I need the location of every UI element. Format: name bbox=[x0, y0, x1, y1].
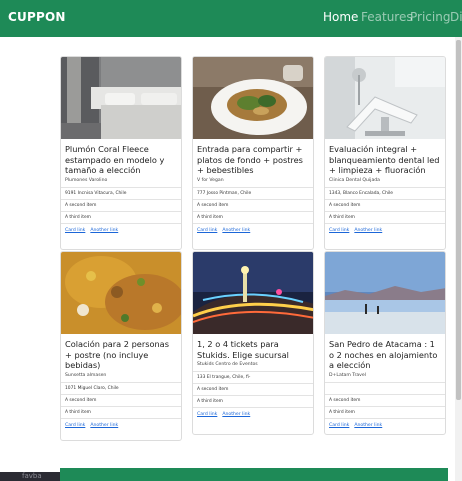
card-merchant: V for Vegan bbox=[197, 177, 224, 183]
card-link[interactable]: Card link bbox=[329, 423, 349, 428]
deal-card: Evaluación integral + blanqueamiento den… bbox=[324, 56, 446, 250]
card-merchant: Plumones Varolino bbox=[65, 177, 108, 183]
card-list-item: A second item bbox=[61, 393, 181, 406]
card-list-item: A third item bbox=[193, 210, 313, 223]
taskbar-label: favba bbox=[22, 472, 42, 480]
card-title: Entrada para compartir + platos de fondo… bbox=[197, 144, 303, 176]
card-list-item: A third item bbox=[61, 405, 181, 418]
nav-link-features[interactable]: Features bbox=[361, 10, 413, 24]
deal-card: Entrada para compartir + platos de fondo… bbox=[192, 56, 314, 250]
card-address: 133 El trangue, Chile, fi- bbox=[193, 371, 313, 383]
card-title: San Pedro de Atacama : 1 o 2 noches en a… bbox=[329, 339, 438, 371]
card-link[interactable]: Card link bbox=[65, 228, 85, 233]
deal-card: 1, 2 o 4 tickets para Stukids. Elige suc… bbox=[192, 251, 314, 435]
another-link[interactable]: Another link bbox=[90, 228, 118, 233]
another-link[interactable]: Another link bbox=[354, 423, 382, 428]
card-links: Card link Another link bbox=[193, 222, 313, 237]
card-list-item: A second item bbox=[61, 198, 181, 211]
card-title: Colación para 2 personas + postre (no in… bbox=[65, 339, 169, 371]
card-image-food-plate[interactable] bbox=[193, 57, 313, 139]
card-title: 1, 2 o 4 tickets para Stukids. Elige suc… bbox=[197, 339, 289, 360]
card-title: Plumón Coral Fleece estampado en modelo … bbox=[65, 144, 165, 176]
card-merchant: Stukids Centro de Eventos bbox=[197, 362, 258, 368]
card-list-item: A third item bbox=[325, 405, 445, 418]
brand-logo[interactable]: CUPPON bbox=[8, 10, 66, 24]
card-image-dental-chair[interactable] bbox=[325, 57, 445, 139]
card-address: 1343, Blanco Encalada, Chile bbox=[325, 186, 445, 199]
card-link[interactable]: Card link bbox=[197, 412, 217, 417]
deal-card: San Pedro de Atacama : 1 o 2 noches en a… bbox=[324, 251, 446, 435]
card-image-curry[interactable] bbox=[61, 252, 181, 334]
nav-link-home[interactable]: Home bbox=[323, 10, 358, 24]
card-list-item: A third item bbox=[193, 395, 313, 407]
card-merchant: Sunsetta almasen bbox=[65, 372, 107, 378]
nav-link-disabled[interactable]: Di bbox=[450, 10, 462, 24]
card-list-item: A second item bbox=[193, 383, 313, 395]
card-links: Card link Another link bbox=[325, 417, 445, 432]
scrollbar-thumb[interactable] bbox=[456, 40, 461, 400]
card-image-bedroom[interactable] bbox=[61, 57, 181, 139]
card-address bbox=[325, 381, 445, 394]
card-address: 777 Josso Pintman, Chile bbox=[193, 186, 313, 199]
card-address: 9191 Incnisa Vitacura, Chile bbox=[61, 186, 181, 199]
another-link[interactable]: Another link bbox=[354, 228, 382, 233]
deal-card: Plumón Coral Fleece estampado en modelo … bbox=[60, 56, 182, 250]
card-list-item: A second item bbox=[325, 393, 445, 406]
another-link[interactable]: Another link bbox=[222, 228, 250, 233]
footer-bar bbox=[60, 468, 448, 481]
card-merchant: D+Latam Travel bbox=[329, 372, 366, 378]
card-list-item: A third item bbox=[61, 210, 181, 223]
card-link[interactable]: Card link bbox=[197, 228, 217, 233]
card-address: 1071 Miguel Claro, Chile bbox=[61, 381, 181, 394]
card-title: Evaluación integral + blanqueamiento den… bbox=[329, 144, 440, 176]
card-links: Card link Another link bbox=[61, 417, 181, 432]
card-list-item: A third item bbox=[325, 210, 445, 223]
card-link[interactable]: Card link bbox=[329, 228, 349, 233]
card-merchant: Clinica Dental Quijada bbox=[329, 177, 381, 183]
another-link[interactable]: Another link bbox=[90, 423, 118, 428]
deal-card: Colación para 2 personas + postre (no in… bbox=[60, 251, 182, 441]
card-links: Card link Another link bbox=[325, 222, 445, 237]
navbar: CUPPON Home Features Pricing Di bbox=[0, 0, 462, 37]
card-link[interactable]: Card link bbox=[65, 423, 85, 428]
nav-link-pricing[interactable]: Pricing bbox=[410, 10, 450, 24]
card-image-fair-lights[interactable] bbox=[193, 252, 313, 334]
card-image-atacama[interactable] bbox=[325, 252, 445, 334]
card-list-item: A second item bbox=[325, 198, 445, 211]
card-links: Card link Another link bbox=[193, 407, 313, 421]
card-links: Card link Another link bbox=[61, 222, 181, 237]
card-list-item: A second item bbox=[193, 198, 313, 211]
another-link[interactable]: Another link bbox=[222, 412, 250, 417]
